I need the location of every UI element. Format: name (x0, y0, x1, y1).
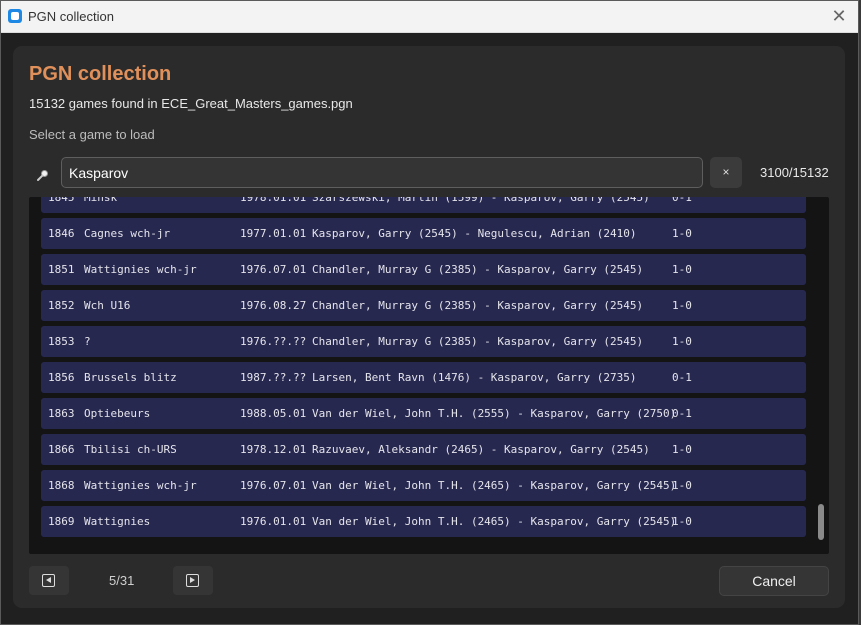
match-count: 3100/15132 (760, 165, 829, 180)
game-number: 1868 (48, 479, 75, 492)
game-date: 1976.07.01 (240, 263, 307, 276)
game-date: 1988.05.01 (240, 407, 307, 420)
game-row[interactable]: 1869 Wattignies 1976.01.01 Van der Wiel, Jo… (41, 506, 806, 537)
game-event: Wch U16 (84, 299, 131, 312)
game-number: 1863 (48, 407, 75, 420)
game-result: 1-0 (672, 299, 692, 312)
app-icon (8, 9, 22, 23)
prev-page-icon (42, 574, 55, 587)
game-row[interactable]: 1851 Wattignies wch-jr 1976.07.01 Chandler,… (41, 254, 806, 285)
games-list[interactable]: 1845 Minsk 1978.01.01 Szarszewski, Martin (… (29, 197, 829, 554)
game-number: 1869 (48, 515, 75, 528)
game-players: Kasparov, Garry (2545) - Negulescu, Adri… (312, 227, 637, 240)
pgn-collection-window: PGN collection ✕ PGN collection 15132 ga… (0, 0, 859, 625)
search-input[interactable] (61, 157, 703, 188)
game-row[interactable]: 1863 Optiebeurs 1988.05.01 Van der Wiel, Jo… (41, 398, 806, 429)
game-date: 1978.12.01 (240, 443, 307, 456)
game-players: Szarszewski, Martin (1599) - Kasparov, G… (312, 197, 650, 204)
game-result: 1-0 (672, 335, 692, 348)
game-event: Brussels blitz (84, 371, 177, 384)
game-event: Wattignies wch-jr (84, 263, 197, 276)
game-number: 1845 (48, 197, 75, 204)
scrollbar-thumb[interactable] (818, 504, 824, 540)
close-window-button[interactable]: ✕ (828, 5, 850, 27)
game-date: 1976.??.?? (240, 335, 307, 348)
dialog-heading: PGN collection (29, 63, 172, 85)
game-result: 1-0 (672, 443, 692, 456)
game-result: 1-0 (672, 515, 692, 528)
game-event: Minsk (84, 197, 118, 204)
clear-search-button[interactable]: × (710, 157, 742, 188)
game-row[interactable]: 1846 Cagnes wch-jr 1977.01.01 Kasparov, Gar… (41, 218, 806, 249)
page-indicator: 5/31 (109, 573, 135, 588)
game-result: 0-1 (672, 371, 692, 384)
select-game-label: Select a game to load (29, 127, 155, 142)
games-found-text: 15132 games found in ECE_Great_Masters_g… (29, 96, 353, 111)
title-bar: PGN collection ✕ (1, 1, 858, 33)
next-page-icon (186, 574, 199, 587)
game-result: 1-0 (672, 227, 692, 240)
cancel-button[interactable]: Cancel (719, 566, 829, 596)
game-players: Van der Wiel, John T.H. (2555) - Kasparo… (312, 407, 677, 420)
game-event: Wattignies wch-jr (84, 479, 197, 492)
prev-page-button[interactable] (29, 566, 69, 595)
game-number: 1851 (48, 263, 75, 276)
game-players: Chandler, Murray G (2385) - Kasparov, Ga… (312, 299, 644, 312)
game-number: 1866 (48, 443, 75, 456)
window-title: PGN collection (28, 9, 114, 24)
game-row[interactable]: 1845 Minsk 1978.01.01 Szarszewski, Martin (… (41, 197, 806, 213)
game-date: 1978.01.01 (240, 197, 307, 204)
game-row[interactable]: 1852 Wch U16 1976.08.27 Chandler, Murray G … (41, 290, 806, 321)
game-event: Cagnes wch-jr (84, 227, 171, 240)
game-result: 1-0 (672, 263, 692, 276)
game-players: Chandler, Murray G (2385) - Kasparov, Ga… (312, 335, 644, 348)
game-event: Tbilisi ch-URS (84, 443, 177, 456)
game-result: 0-1 (672, 407, 692, 420)
game-date: 1987.??.?? (240, 371, 307, 384)
game-row[interactable]: 1866 Tbilisi ch-URS 1978.12.01 Razuvaev, Al… (41, 434, 806, 465)
game-players: Van der Wiel, John T.H. (2465) - Kasparo… (312, 515, 677, 528)
game-event: ? (84, 335, 91, 348)
game-result: 0-1 (672, 197, 692, 204)
game-number: 1846 (48, 227, 75, 240)
game-row[interactable]: 1853? 1976.??.?? Chandler, Murray G (2385)… (41, 326, 806, 357)
game-event: Wattignies (84, 515, 151, 528)
game-players: Larsen, Bent Ravn (1476) - Kasparov, Gar… (312, 371, 637, 384)
game-row[interactable]: 1868 Wattignies wch-jr 1976.07.01 Van der W… (41, 470, 806, 501)
game-event: Optiebeurs (84, 407, 151, 420)
game-players: Chandler, Murray G (2385) - Kasparov, Ga… (312, 263, 644, 276)
game-players: Van der Wiel, John T.H. (2465) - Kasparo… (312, 479, 677, 492)
dialog-panel: PGN collection 15132 games found in ECE_… (13, 46, 845, 608)
game-date: 1977.01.01 (240, 227, 307, 240)
game-date: 1976.08.27 (240, 299, 307, 312)
game-result: 1-0 (672, 479, 692, 492)
game-row[interactable]: 1856 Brussels blitz 1987.??.?? Larsen, Bent… (41, 362, 806, 393)
magnifier-icon (37, 170, 48, 181)
game-number: 1856 (48, 371, 75, 384)
next-page-button[interactable] (173, 566, 213, 595)
game-number: 1853 (48, 335, 75, 348)
game-players: Razuvaev, Aleksandr (2465) - Kasparov, G… (312, 443, 650, 456)
game-date: 1976.01.01 (240, 515, 307, 528)
game-number: 1852 (48, 299, 75, 312)
game-date: 1976.07.01 (240, 479, 307, 492)
list-scrollbar[interactable] (817, 197, 827, 554)
